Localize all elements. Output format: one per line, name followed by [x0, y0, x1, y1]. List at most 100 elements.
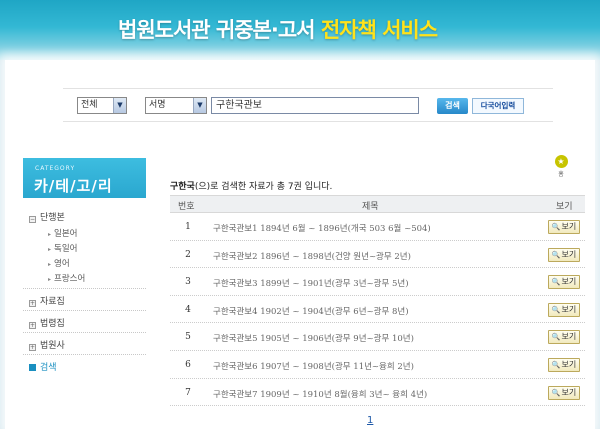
table-row: 3 구한국관보3 1899년 ~ 1901년(광무 3년~광무 5년) 🔍보기	[170, 268, 585, 296]
sidebar-item-label: 법령집	[40, 319, 65, 329]
view-button-label: 보기	[561, 304, 577, 314]
magnifier-icon: 🔍	[551, 388, 561, 397]
view-button[interactable]: 🔍보기	[548, 302, 580, 317]
site-title: 법원도서관 귀중본·고서 전자책 서비스	[118, 14, 438, 44]
triangle-right-icon: ▸	[48, 246, 52, 253]
triangle-right-icon: ▸	[48, 276, 52, 283]
search-input[interactable]: 구한국관보	[211, 97, 419, 114]
row-number: 3	[185, 277, 191, 288]
view-button-label: 보기	[561, 249, 577, 259]
view-button[interactable]: 🔍보기	[548, 275, 580, 290]
table-row: 1 구한국관보1 1894년 6월 ~ 1896년(개국 503 6월 ~504…	[170, 213, 585, 241]
sidebar-subitem-japanese[interactable]: ▸ 일본어	[48, 227, 77, 239]
view-button[interactable]: 🔍보기	[548, 220, 580, 234]
row-title[interactable]: 구한국관보7 1909년 ~ 1910년 8월(융희 3년~ 융희 4년)	[213, 388, 427, 400]
sidebar-item-label: 검색	[40, 363, 57, 373]
expand-icon: +	[29, 322, 36, 329]
expand-icon: +	[29, 344, 36, 351]
view-button[interactable]: 🔍보기	[548, 330, 580, 345]
result-summary-text: (으)로 검색한 자료가 총 7권 입니다.	[194, 182, 333, 192]
search-bar: 전체 ▼ 서명 ▼ 구한국관보 검색 다국어입력	[63, 88, 553, 122]
menu-divider	[23, 310, 146, 311]
multi-language-input-button[interactable]: 다국어입력	[472, 98, 524, 114]
category-header: CATEGORY 카/테/고/리	[23, 158, 146, 198]
field-select[interactable]: 서명 ▼	[145, 97, 207, 114]
sidebar-subitem-german[interactable]: ▸ 독일어	[48, 242, 77, 254]
active-square-icon	[29, 364, 36, 371]
field-select-value: 서명	[149, 100, 166, 110]
row-title[interactable]: 구한국관보3 1899년 ~ 1901년(광무 3년~광무 5년)	[213, 277, 409, 289]
category-menu: − 단행본 ▸ 일본어 ▸ 독일어 ▸ 영어 ▸ 프랑스어 + 자료집 + 법령집	[23, 198, 146, 418]
collapse-icon: −	[29, 216, 36, 223]
sidebar-subitem-english[interactable]: ▸ 영어	[48, 257, 70, 269]
row-number: 6	[185, 359, 191, 370]
result-keyword: 구한국	[170, 182, 195, 192]
home-star-icon: ★	[554, 155, 568, 168]
row-number: 4	[185, 304, 191, 315]
sidebar-subitem-french[interactable]: ▸ 프랑스어	[48, 272, 85, 284]
home-link[interactable]: ★ 홈	[553, 155, 569, 183]
row-title[interactable]: 구한국관보4 1902년 ~ 1904년(광무 6년~광무 8년)	[213, 305, 409, 317]
table-row: 5 구한국관보5 1905년 ~ 1906년(광무 9년~광무 10년) 🔍보기	[170, 323, 585, 351]
row-title[interactable]: 구한국관보6 1907년 ~ 1908년(광무 11년~융희 2년)	[213, 360, 414, 372]
chevron-down-icon: ▼	[113, 98, 126, 113]
sidebar-item-label: 자료집	[40, 297, 65, 307]
menu-divider	[23, 354, 146, 355]
magnifier-icon: 🔍	[551, 278, 561, 287]
chevron-down-icon: ▼	[193, 98, 206, 113]
page-header: 법원도서관 귀중본·고서 전자책 서비스	[0, 0, 600, 60]
sidebar-item-label: 법원사	[40, 341, 65, 351]
expand-icon: +	[29, 300, 36, 307]
content-frame: 전체 ▼ 서명 ▼ 구한국관보 검색 다국어입력 CATEGORY 카/테/고/…	[5, 60, 595, 429]
triangle-right-icon: ▸	[48, 231, 52, 238]
view-button-label: 보기	[561, 277, 577, 287]
view-button-label: 보기	[561, 387, 577, 397]
row-title[interactable]: 구한국관보1 1894년 6월 ~ 1896년(개국 503 6월 ~504)	[213, 222, 431, 234]
site-title-main: 법원도서관 귀중본·고서	[118, 18, 315, 42]
view-button-label: 보기	[561, 359, 577, 369]
sidebar-subitem-label: 영어	[54, 259, 70, 269]
sidebar-item-search[interactable]: 검색	[29, 360, 57, 373]
sidebar-item-collections[interactable]: + 자료집	[29, 294, 65, 307]
search-button[interactable]: 검색	[437, 98, 468, 114]
category-sidebar: CATEGORY 카/테/고/리 − 단행본 ▸ 일본어 ▸ 독일어 ▸ 영어 ▸ 프랑스…	[23, 158, 146, 418]
scope-select-value: 전체	[81, 100, 98, 110]
sidebar-item-court-history[interactable]: + 법원사	[29, 338, 65, 351]
triangle-right-icon: ▸	[48, 261, 52, 268]
result-table: 번호 제목 보기 1 구한국관보1 1894년 6월 ~ 1896년(개국 50…	[170, 195, 585, 407]
sidebar-subitem-label: 일본어	[54, 229, 78, 239]
row-number: 5	[185, 332, 191, 343]
table-header: 번호 제목 보기	[170, 195, 585, 213]
sidebar-item-label: 단행본	[40, 213, 65, 223]
sidebar-subitem-label: 프랑스어	[54, 274, 86, 284]
magnifier-icon: 🔍	[551, 223, 561, 231]
row-number: 7	[185, 387, 191, 398]
row-number: 1	[185, 222, 191, 232]
table-row: 4 구한국관보4 1902년 ~ 1904년(광무 6년~광무 8년) 🔍보기	[170, 296, 585, 324]
view-button[interactable]: 🔍보기	[548, 247, 580, 262]
home-label: 홈	[558, 171, 564, 178]
sidebar-item-monographs[interactable]: − 단행본	[29, 210, 65, 223]
row-title[interactable]: 구한국관보5 1905년 ~ 1906년(광무 9년~광무 10년)	[213, 332, 414, 344]
category-label-en: CATEGORY	[35, 165, 76, 172]
row-title[interactable]: 구한국관보2 1896년 ~ 1898년(건양 원년~광무 2년)	[213, 250, 411, 262]
category-label-ko: 카/테/고/리	[34, 177, 113, 195]
sidebar-item-statutes[interactable]: + 법령집	[29, 316, 65, 329]
table-row: 2 구한국관보2 1896년 ~ 1898년(건양 원년~광무 2년) 🔍보기	[170, 241, 585, 269]
menu-divider	[23, 288, 146, 289]
table-row: 6 구한국관보6 1907년 ~ 1908년(광무 11년~융희 2년) 🔍보기	[170, 351, 585, 379]
page-number-link[interactable]: 1	[367, 415, 373, 426]
scope-select[interactable]: 전체 ▼	[77, 97, 127, 114]
magnifier-icon: 🔍	[551, 360, 561, 369]
column-header-view: 보기	[556, 202, 573, 212]
view-button[interactable]: 🔍보기	[548, 385, 580, 400]
table-row: 7 구한국관보7 1909년 ~ 1910년 8월(융희 3년~ 융희 4년) …	[170, 379, 585, 407]
magnifier-icon: 🔍	[551, 333, 561, 342]
column-header-title: 제목	[362, 202, 379, 212]
view-button[interactable]: 🔍보기	[548, 357, 580, 372]
site-title-accent: 전자책 서비스	[320, 18, 438, 42]
menu-divider	[23, 332, 146, 333]
magnifier-icon: 🔍	[551, 250, 561, 259]
result-summary: 구한국(으)로 검색한 자료가 총 7권 입니다.	[170, 179, 332, 192]
column-header-number: 번호	[178, 202, 195, 212]
